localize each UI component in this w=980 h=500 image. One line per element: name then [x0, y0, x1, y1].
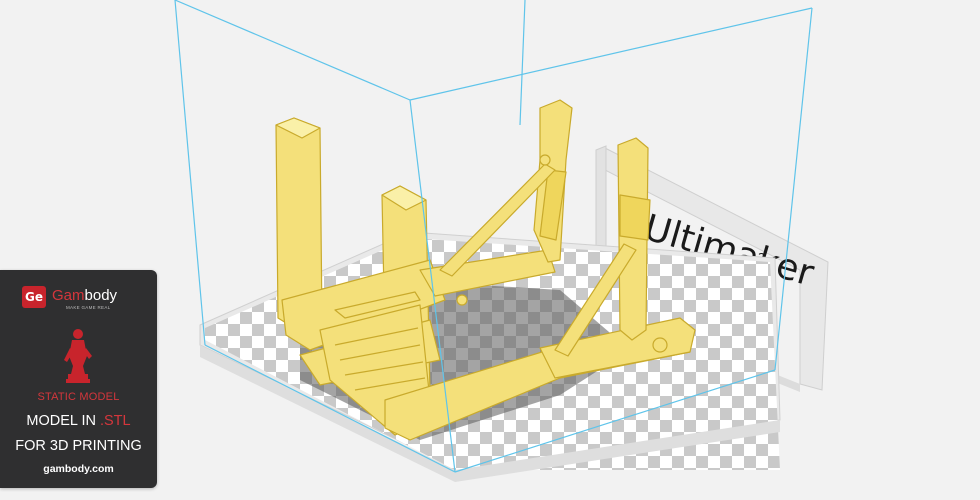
gambody-info-panel: Ge Gambody MAKE GAME REAL STATIC MODEL M…	[0, 270, 157, 488]
figure-statue-icon	[64, 329, 92, 383]
gambody-logo-mark: Ge	[22, 286, 46, 308]
printing-label: FOR 3D PRINTING	[15, 438, 142, 454]
gambody-wordmark: Gambody	[52, 287, 118, 304]
static-model-label: STATIC MODEL	[37, 391, 120, 403]
gambody-logo: Ge Gambody MAKE GAME REAL	[22, 286, 142, 314]
model-format-label: MODEL IN .STL	[26, 413, 131, 429]
gambody-tagline: MAKE GAME REAL	[66, 305, 111, 310]
website-link[interactable]: gambody.com	[0, 463, 157, 475]
